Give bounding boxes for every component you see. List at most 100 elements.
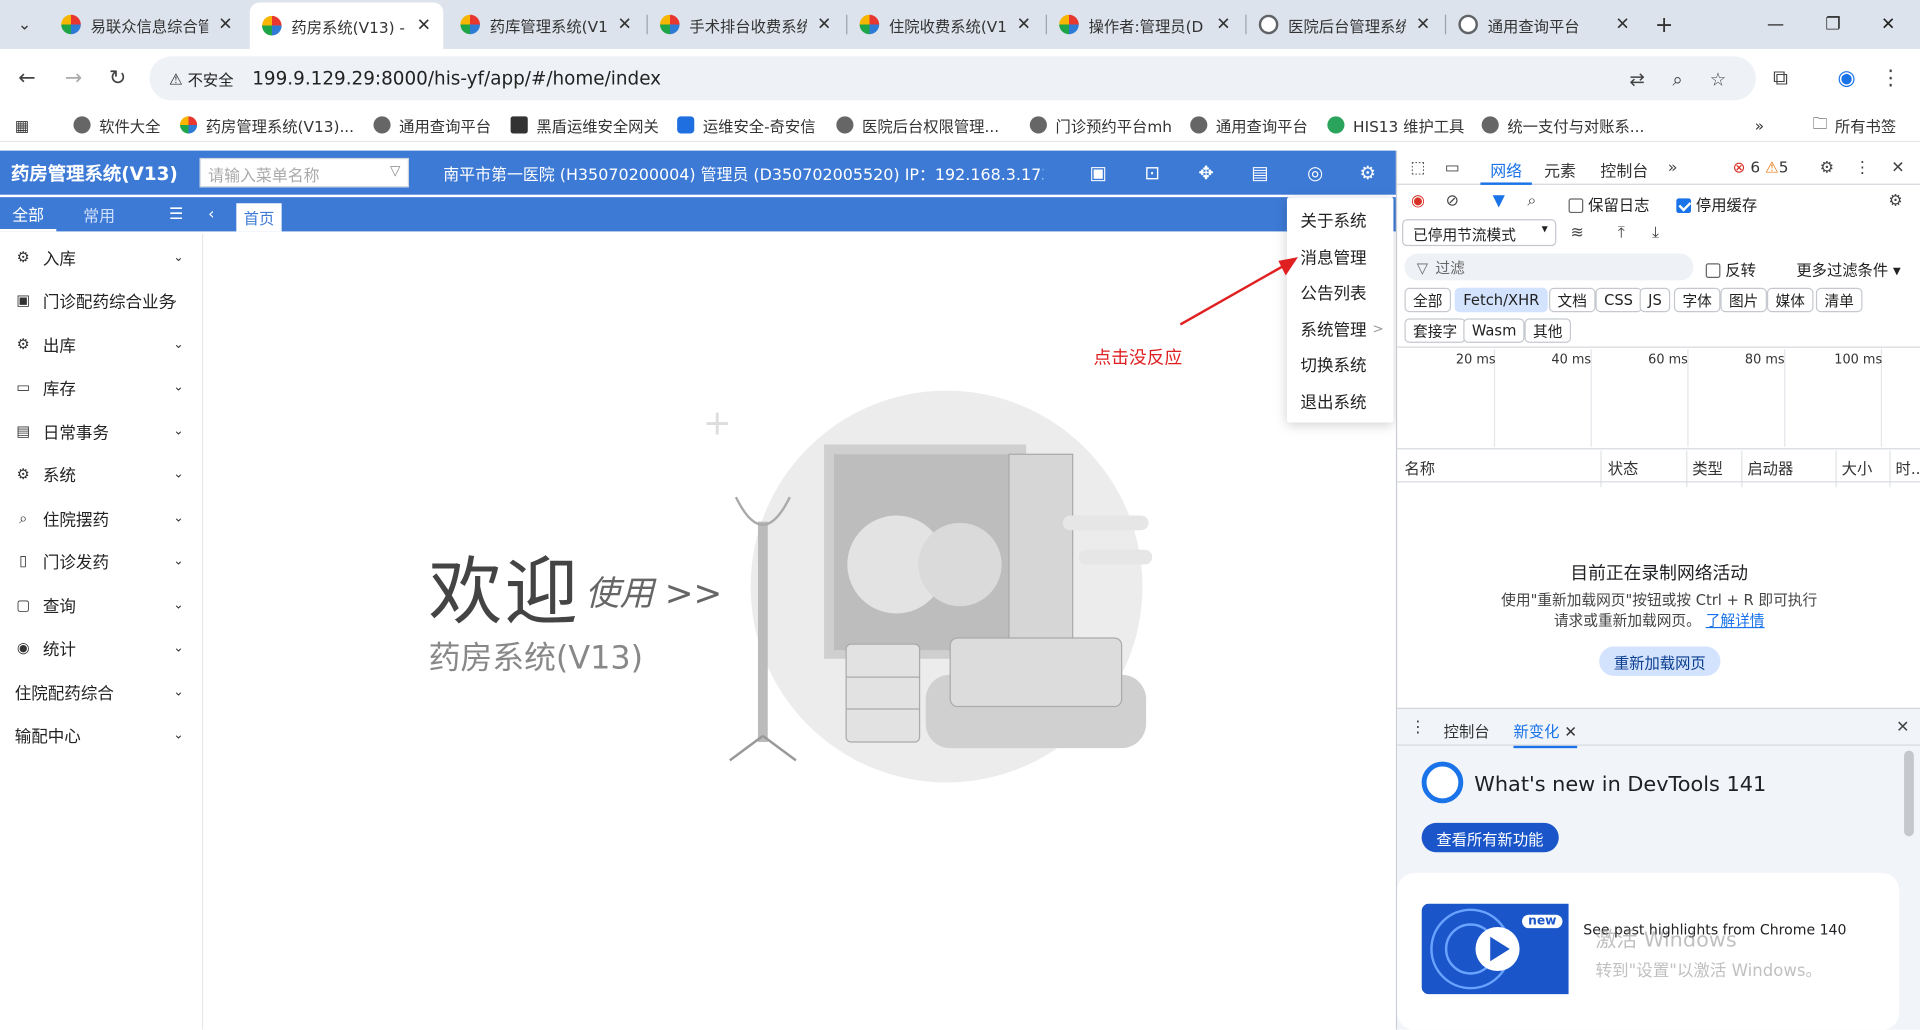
- filter-pill-manifest[interactable]: 清单: [1815, 287, 1863, 313]
- zoom-icon[interactable]: ⌕: [1664, 66, 1691, 93]
- preserve-log-checkbox[interactable]: 保留日志: [1568, 192, 1649, 215]
- bookmark-item[interactable]: 运维安全-奇安信: [677, 113, 816, 137]
- close-icon[interactable]: ✕: [1017, 15, 1031, 35]
- filter-pill-js[interactable]: JS: [1639, 287, 1671, 313]
- bookmark-item[interactable]: 统一支付与对账系...: [1481, 113, 1644, 137]
- bookmark-star-icon[interactable]: ☆: [1704, 66, 1731, 93]
- filter-pill-fetch-xhr[interactable]: Fetch/XHR: [1454, 287, 1548, 313]
- invert-checkbox[interactable]: 反转: [1705, 257, 1756, 280]
- disable-cache-checkbox[interactable]: 停用缓存: [1676, 192, 1757, 215]
- bookmark-item[interactable]: 软件大全: [73, 113, 160, 137]
- sidebar-item-query[interactable]: ▢ 查询 ⌄: [0, 587, 196, 624]
- bookmark-item[interactable]: 医院后台权限管理...: [836, 113, 999, 137]
- close-icon[interactable]: ✕: [1416, 15, 1430, 35]
- browser-tab[interactable]: 医院后台管理系统 ✕: [1247, 5, 1443, 44]
- minimize-icon[interactable]: —: [1751, 10, 1800, 39]
- tab-all[interactable]: 全部: [0, 197, 57, 232]
- close-icon[interactable]: ✕: [1216, 15, 1230, 35]
- back-arrow-icon[interactable]: ←: [12, 64, 41, 93]
- drawer-close-icon[interactable]: ✕: [1892, 716, 1914, 738]
- tab-search-chevron-icon[interactable]: ⌄: [7, 10, 41, 39]
- devtools-close-icon[interactable]: ✕: [1887, 157, 1909, 179]
- column-header-type[interactable]: 类型: [1692, 456, 1723, 479]
- pin-icon[interactable]: ✥: [1193, 159, 1220, 186]
- more-filters-dropdown[interactable]: 更多过滤条件 ▾: [1796, 257, 1900, 280]
- bookmark-item[interactable]: 药房管理系统(V13)...: [180, 113, 354, 137]
- menu-item-about[interactable]: 关于系统: [1287, 203, 1394, 235]
- document-icon[interactable]: ▤: [1247, 159, 1274, 186]
- sidebar-item-inventory[interactable]: ▭ 库存 ⌄: [0, 369, 196, 406]
- presentation-icon[interactable]: ⊡: [1139, 159, 1166, 186]
- security-indicator[interactable]: ⚠ 不安全: [159, 64, 243, 93]
- extensions-icon[interactable]: ⧉: [1766, 64, 1795, 93]
- url-text[interactable]: 199.9.129.29:8000/his-yf/app/#/home/inde…: [252, 67, 661, 89]
- devtools-tab-console[interactable]: 控制台: [1600, 158, 1648, 181]
- browser-tab-active[interactable]: 药房系统(V13) - ✕: [249, 2, 444, 49]
- column-header-size[interactable]: 大小: [1842, 456, 1873, 479]
- devtools-menu-icon[interactable]: ⋮: [1851, 157, 1873, 179]
- drawer-tab-console[interactable]: 控制台: [1444, 719, 1490, 742]
- address-bar[interactable]: ⚠ 不安全 199.9.129.29:8000/his-yf/app/#/home…: [149, 56, 1756, 101]
- forward-arrow-icon[interactable]: →: [59, 64, 88, 93]
- window-close-icon[interactable]: ✕: [1864, 10, 1913, 39]
- sidebar-item-inpatient-dispensing[interactable]: ⌕ 住院摆药 ⌄: [0, 500, 196, 537]
- close-icon[interactable]: ✕: [1615, 15, 1629, 35]
- filter-pill-media[interactable]: 媒体: [1766, 287, 1814, 313]
- filter-pill-img[interactable]: 图片: [1720, 287, 1767, 313]
- filter-pill-wasm[interactable]: Wasm: [1463, 318, 1525, 343]
- restore-icon[interactable]: ❐: [1809, 10, 1858, 39]
- sidebar-item-statistics[interactable]: ◉ 统计 ⌄: [0, 629, 196, 666]
- sidebar-item-infusion-center[interactable]: 输配中心 ⌄: [0, 716, 196, 753]
- sidebar-item-outpatient-dispensing[interactable]: ▣ 门诊配药综合业务 ⌄: [0, 282, 196, 319]
- drawer-scrollbar[interactable]: [1904, 750, 1914, 837]
- record-stop-icon[interactable]: ◉: [1407, 190, 1429, 212]
- browser-tab[interactable]: 药库管理系统(V1 ✕: [448, 5, 644, 44]
- throttling-select[interactable]: 已停用节流模式 ▾: [1402, 219, 1557, 247]
- inspect-element-icon[interactable]: ⬚: [1407, 157, 1429, 179]
- network-conditions-icon[interactable]: ≋: [1566, 222, 1588, 244]
- filter-pill-all[interactable]: 全部: [1404, 287, 1452, 313]
- filter-pill-other[interactable]: 其他: [1524, 318, 1572, 343]
- device-toolbar-icon[interactable]: ▭: [1441, 157, 1463, 179]
- settings-gear-icon[interactable]: ⚙: [1354, 159, 1381, 186]
- close-icon[interactable]: ✕: [1564, 722, 1577, 740]
- sidebar-item-outpatient-issue[interactable]: ▯ 门诊发药 ⌄: [0, 542, 196, 579]
- apps-grid-icon[interactable]: ▦: [15, 113, 29, 137]
- network-settings-icon[interactable]: ⚙: [1884, 190, 1906, 212]
- menu-item-exit-system[interactable]: 退出系统: [1287, 384, 1394, 416]
- close-icon[interactable]: ✕: [617, 15, 631, 35]
- reload-page-button[interactable]: 重新加载网页: [1599, 646, 1721, 676]
- export-har-icon[interactable]: ⤓: [1644, 222, 1666, 244]
- eye-icon[interactable]: ◎: [1302, 159, 1329, 186]
- menu-item-switch-system[interactable]: 切换系统: [1287, 348, 1394, 380]
- learn-more-link[interactable]: 了解详情: [1706, 612, 1765, 629]
- error-count[interactable]: ⊗ 6 ⚠5: [1733, 158, 1789, 176]
- sidebar-item-inpatient-compounding[interactable]: 住院配药综合 ⌄: [0, 673, 196, 710]
- column-header-initiator[interactable]: 启动器: [1747, 456, 1793, 479]
- more-tabs-chevron-icon[interactable]: »: [1662, 157, 1684, 179]
- browser-tab[interactable]: 操作者:管理员(D ✕: [1047, 5, 1243, 44]
- bookmark-item[interactable]: 通用查询平台: [1190, 113, 1308, 137]
- all-bookmarks-folder[interactable]: 🗀 所有书签: [1812, 113, 1896, 137]
- sidebar-item-daily-affairs[interactable]: ▤ 日常事务 ⌄: [0, 413, 196, 450]
- filter-input[interactable]: ▽ 过滤: [1404, 253, 1694, 281]
- sidebar-item-system[interactable]: ⚙ 系统 ⌄: [0, 456, 196, 493]
- drawer-menu-icon[interactable]: ⋮: [1407, 716, 1429, 738]
- welcome-use-link[interactable]: 使用 >>: [585, 567, 722, 616]
- reload-icon[interactable]: ↻: [103, 64, 132, 93]
- screen-icon[interactable]: ▣: [1085, 159, 1112, 186]
- filter-funnel-icon[interactable]: ▼: [1488, 190, 1510, 212]
- home-tab[interactable]: 首页: [236, 203, 282, 232]
- browser-menu-icon[interactable]: ⋮: [1876, 64, 1905, 93]
- search-icon[interactable]: ⌕: [1521, 190, 1543, 212]
- tab-common[interactable]: 常用: [71, 197, 127, 231]
- bookmark-item[interactable]: 黑盾运维安全网关: [510, 113, 659, 137]
- column-header-name[interactable]: 名称: [1404, 456, 1435, 479]
- translate-icon[interactable]: ⇄: [1624, 66, 1651, 93]
- bookmark-item[interactable]: 通用查询平台: [373, 113, 491, 137]
- column-header-status[interactable]: 状态: [1608, 456, 1639, 479]
- column-header-time[interactable]: 时...: [1896, 456, 1920, 479]
- browser-tab[interactable]: 手术排台收费系统 ✕: [648, 5, 844, 44]
- chevron-left-icon[interactable]: ‹: [196, 197, 227, 231]
- filter-pill-socket[interactable]: 套接字: [1404, 318, 1466, 343]
